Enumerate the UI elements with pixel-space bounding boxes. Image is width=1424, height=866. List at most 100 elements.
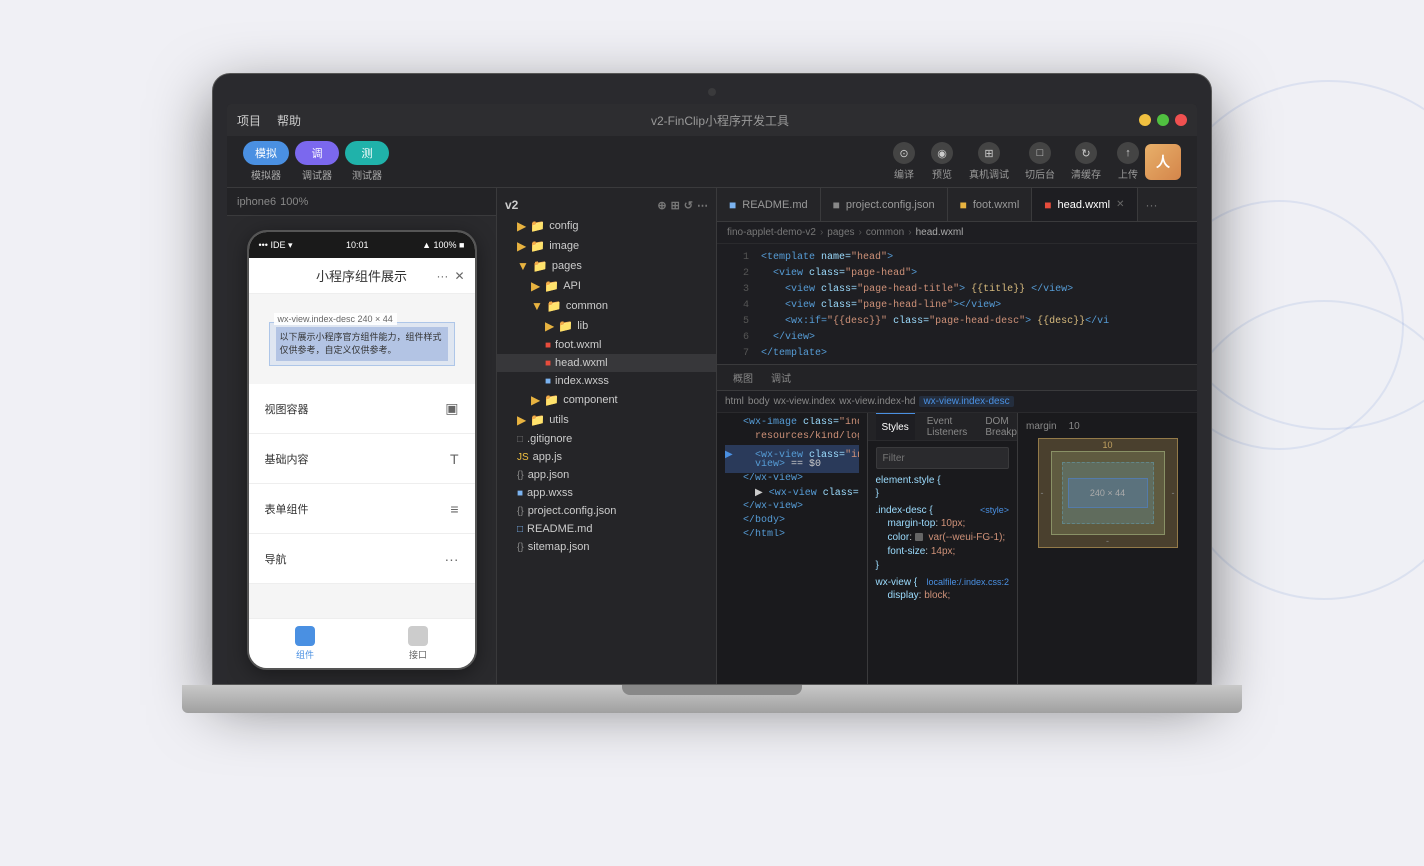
- devtools-tab-debug[interactable]: 调试: [763, 365, 799, 390]
- debug-btn[interactable]: 调: [295, 141, 339, 165]
- highlight-label: wx-view.index-desc 240 × 44: [274, 313, 397, 325]
- line-num-7: 7: [721, 348, 749, 359]
- clear-cache-btn[interactable]: ↻ 清缓存: [1071, 142, 1101, 181]
- tree-item-appjson[interactable]: {} app.json: [497, 466, 716, 484]
- styles-tab-dom[interactable]: DOM Breakpoints: [979, 413, 1017, 440]
- tree-item-config[interactable]: ▶ 📁 config: [497, 216, 716, 236]
- test-btn[interactable]: 测: [345, 141, 389, 165]
- menu-project[interactable]: 项目: [237, 112, 261, 129]
- preview-btn[interactable]: ◉ 预览: [931, 142, 953, 181]
- upload-btn[interactable]: ↑ 上传: [1117, 142, 1139, 181]
- line-content-4: <view class="page-head-line"></view>: [761, 300, 1001, 311]
- code-editor[interactable]: 1 <template name="head"> 2 <view: [717, 244, 1197, 364]
- nav-item-api[interactable]: 接口: [408, 626, 428, 661]
- nav-item-component[interactable]: 组件: [295, 626, 315, 661]
- tree-icon-1[interactable]: ⊕: [657, 199, 666, 212]
- tab-project-config[interactable]: ■ project.config.json: [821, 188, 948, 221]
- laptop-camera: [708, 88, 716, 96]
- breadcrumb-html[interactable]: html: [725, 396, 744, 407]
- tree-item-utils[interactable]: ▶ 📁 utils: [497, 410, 716, 430]
- tree-label-appjson: app.json: [528, 469, 570, 481]
- real-debug-label: 真机调试: [969, 166, 1009, 181]
- breadcrumb-index[interactable]: wx-view.index: [774, 396, 836, 407]
- tree-label-projectjson: project.config.json: [528, 505, 617, 517]
- zoom-label: 100%: [280, 196, 308, 208]
- window-close-btn[interactable]: [1175, 114, 1187, 126]
- tree-icon-4[interactable]: ⋯: [697, 199, 708, 212]
- real-debug-btn[interactable]: ⊞ 真机调试: [969, 142, 1009, 181]
- styles-tab-events[interactable]: Event Listeners: [921, 413, 974, 440]
- tree-item-common[interactable]: ▼ 📁 common: [497, 296, 716, 316]
- tree-item-appwxss[interactable]: ■ app.wxss: [497, 484, 716, 502]
- line-num-5: 5: [721, 316, 749, 327]
- window-minimize-btn[interactable]: [1139, 114, 1151, 126]
- tree-item-pages[interactable]: ▼ 📁 pages: [497, 256, 716, 276]
- file-icon-appwxss: ■: [517, 488, 523, 499]
- line-num-6: 6: [721, 332, 749, 343]
- styles-filter-input[interactable]: [883, 453, 1015, 464]
- phone-content: wx-view.index-desc 240 × 44 以下展示小程序官方组件能…: [249, 294, 475, 618]
- marker-7: [725, 515, 735, 526]
- tree-label-sitemap: sitemap.json: [528, 541, 590, 553]
- list-item-label-3: 导航: [265, 551, 287, 567]
- line-content-1: <template name="head">: [761, 252, 893, 263]
- breadcrumb-desc[interactable]: wx-view.index-desc: [919, 396, 1013, 407]
- line-content-2: <view class="page-head">: [761, 268, 917, 279]
- breadcrumb-body[interactable]: body: [748, 396, 770, 407]
- code-line-4: 4 <view class="page-head-line"></view>: [717, 300, 1197, 316]
- window-maximize-btn[interactable]: [1157, 114, 1169, 126]
- tree-item-projectjson[interactable]: {} project.config.json: [497, 502, 716, 520]
- devtools-tab-sources[interactable]: 概图: [725, 365, 761, 390]
- tabs-more-btn[interactable]: ···: [1138, 198, 1166, 212]
- background-btn[interactable]: □ 切后台: [1025, 142, 1055, 181]
- tree-item-head-wxml[interactable]: ■ head.wxml: [497, 354, 716, 372]
- tree-item-lib[interactable]: ▶ 📁 lib: [497, 316, 716, 336]
- line-num-3: 3: [721, 284, 749, 295]
- tree-label-index: index.wxss: [555, 375, 609, 387]
- box-content-size: 240 × 44: [1090, 488, 1125, 498]
- bottom-panel: 概图 调试 html body wx-view.index wx-view.in…: [717, 364, 1197, 684]
- content-6: </wx-view>: [743, 501, 803, 512]
- tree-item-foot-wxml[interactable]: ■ foot.wxml: [497, 336, 716, 354]
- tab-readme[interactable]: ■ README.md: [717, 188, 821, 221]
- tree-item-image[interactable]: ▶ 📁 image: [497, 236, 716, 256]
- tab-close-head[interactable]: ✕: [1116, 199, 1124, 210]
- test-btn-group[interactable]: 测 测试器: [345, 141, 389, 182]
- style-source-index-desc[interactable]: <style>: [980, 505, 1009, 515]
- tree-item-sitemap[interactable]: {} sitemap.json: [497, 538, 716, 556]
- line-content-5: <wx:if="{{desc}}" class="page-head-desc"…: [761, 316, 1109, 327]
- tree-item-readme[interactable]: □ README.md: [497, 520, 716, 538]
- styles-tab-styles[interactable]: Styles: [876, 413, 915, 440]
- folder-expand-pages: ▼: [517, 259, 529, 273]
- tree-item-appjs[interactable]: JS app.js: [497, 448, 716, 466]
- tree-header: v2 ⊕ ⊞ ↺ ⋯: [497, 194, 716, 216]
- file-icon-head: ■: [545, 358, 551, 369]
- tree-icon-3[interactable]: ↺: [684, 199, 693, 212]
- simulate-btn[interactable]: 模拟: [243, 141, 289, 165]
- debug-btn-group[interactable]: 调 调试器: [295, 141, 339, 182]
- tree-item-gitignore[interactable]: □ .gitignore: [497, 430, 716, 448]
- menu-help[interactable]: 帮助: [277, 112, 301, 129]
- file-icon-projectjson: {}: [517, 506, 524, 517]
- tab-foot-wxml[interactable]: ■ foot.wxml: [948, 188, 1033, 221]
- preview-panel: iphone6 100% ••• IDE ▾ 10:01 ▲ 100% ■: [227, 188, 497, 684]
- devtools-tabs: 概图 调试: [717, 365, 1197, 391]
- tree-icon-2[interactable]: ⊞: [671, 199, 680, 212]
- tree-item-index-wxss[interactable]: ■ index.wxss: [497, 372, 716, 390]
- tree-item-component[interactable]: ▶ 📁 component: [497, 390, 716, 410]
- preview-topbar: iphone6 100%: [227, 188, 496, 216]
- style-close-index-desc: }: [876, 560, 1010, 571]
- style-source-wx-view[interactable]: localfile:/.index.css:2: [926, 577, 1009, 587]
- user-avatar[interactable]: 人: [1145, 144, 1181, 180]
- breadcrumb-hd[interactable]: wx-view.index-hd: [839, 396, 915, 407]
- tree-label-component: component: [563, 394, 617, 406]
- tree-item-api[interactable]: ▶ 📁 API: [497, 276, 716, 296]
- window-controls: [1139, 114, 1187, 126]
- simulate-btn-group[interactable]: 模拟 模拟器: [243, 141, 289, 182]
- phone-title: 小程序组件展示: [316, 266, 407, 285]
- list-item: 表单组件 ≡: [249, 484, 475, 534]
- content-5: ▶ <wx-view class="index-bd" >_</wx-view>: [743, 487, 859, 499]
- tab-head-wxml[interactable]: ■ head.wxml ✕: [1032, 188, 1137, 221]
- compile-label: 编译: [894, 166, 914, 181]
- compile-btn[interactable]: ⊙ 编译: [893, 142, 915, 181]
